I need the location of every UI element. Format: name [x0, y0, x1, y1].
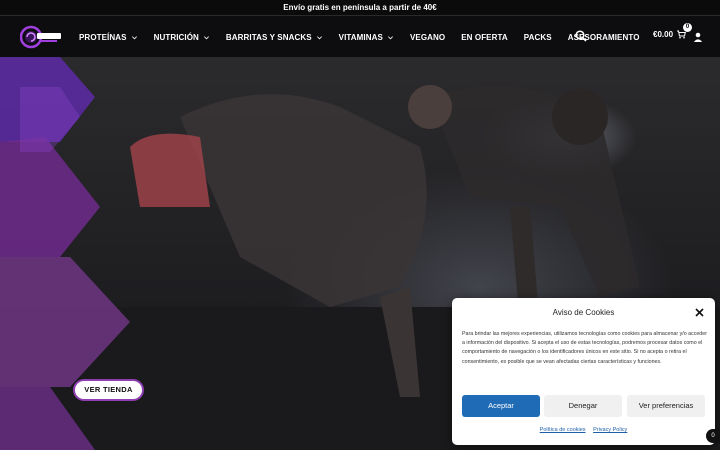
nav-label: VITAMINAS	[338, 32, 383, 42]
nav-en-oferta[interactable]: EN OFERTA	[461, 33, 508, 42]
accept-cookies-button[interactable]: Aceptar	[462, 395, 540, 417]
nav-label: BARRITAS Y SNACKS	[225, 32, 312, 42]
nav-packs[interactable]: PACKS	[524, 33, 552, 42]
nav-proteinas[interactable]: PROTEÍNAS	[79, 33, 138, 42]
shop-now-button[interactable]: VER TIENDA	[75, 381, 142, 399]
cookie-dialog-body: Para brindar las mejores experiencias, u…	[462, 331, 707, 365]
chevron-down-icon	[387, 35, 393, 39]
main-nav: PROTEÍNAS NUTRICIÓN BARRITAS Y SNACKS VI…	[79, 16, 656, 58]
cart-button[interactable]: €0.00 0	[653, 23, 693, 39]
side-counter-badge[interactable]: 0	[706, 429, 720, 443]
nav-label: PROTEÍNAS	[79, 32, 127, 42]
nav-label: EN OFERTA	[461, 32, 508, 42]
nav-label: NUTRICIÓN	[153, 32, 199, 42]
nav-barritas-snacks[interactable]: BARRITAS Y SNACKS	[226, 33, 323, 42]
nav-nutricion[interactable]: NUTRICIÓN	[154, 33, 210, 42]
user-icon[interactable]	[693, 32, 703, 42]
cart-count-badge: 0	[683, 23, 693, 32]
chevron-down-icon	[316, 35, 322, 39]
nav-vitaminas[interactable]: VITAMINAS	[339, 33, 394, 42]
cookie-consent-dialog: Aviso de Cookies Para brindar las mejore…	[452, 298, 715, 445]
close-icon[interactable]	[695, 308, 704, 317]
promo-text: Envío gratis en península a partir de 40…	[283, 3, 437, 12]
cookie-policy-link[interactable]: Política de cookies	[540, 427, 586, 433]
cookie-dialog-title: Aviso de Cookies	[552, 308, 615, 317]
nav-vegano[interactable]: VEGANO	[410, 33, 445, 42]
deny-cookies-button[interactable]: Denegar	[544, 395, 622, 417]
cart-total: €0.00	[653, 29, 674, 39]
chevron-down-icon	[131, 35, 137, 39]
privacy-policy-link[interactable]: Privacy Policy	[593, 427, 627, 433]
search-icon[interactable]	[575, 30, 587, 42]
cookie-links: Política de cookies Privacy Policy	[452, 427, 715, 433]
nav-label: VEGANO	[409, 32, 446, 42]
promo-bar: Envío gratis en península a partir de 40…	[0, 0, 720, 15]
logo[interactable]	[20, 24, 66, 50]
cart-icon: 0	[676, 23, 693, 39]
nav-label: PACKS	[523, 32, 552, 42]
site-header: PROTEÍNAS NUTRICIÓN BARRITAS Y SNACKS VI…	[0, 15, 720, 57]
view-preferences-button[interactable]: Ver preferencias	[627, 395, 705, 417]
chevron-down-icon	[203, 35, 209, 39]
